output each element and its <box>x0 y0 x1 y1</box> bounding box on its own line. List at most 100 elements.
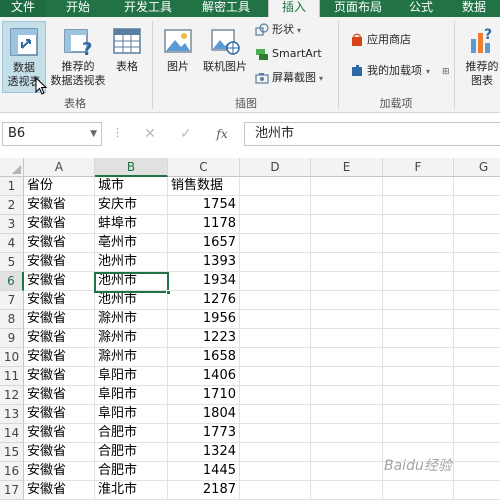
cell-e16[interactable] <box>311 462 383 481</box>
row-header[interactable]: 11 <box>0 367 24 386</box>
column-header-g[interactable]: G <box>454 158 500 177</box>
cell-e7[interactable] <box>311 291 383 310</box>
cell-g8[interactable] <box>454 310 500 329</box>
tab-page-layout[interactable]: 页面布局 <box>322 0 394 17</box>
cell-d4[interactable] <box>240 234 311 253</box>
formula-input[interactable]: 池州市 <box>244 122 500 146</box>
row-header[interactable]: 17 <box>0 481 24 500</box>
cell-b8[interactable]: 滁州市 <box>95 310 168 329</box>
tab-developer[interactable]: 开发工具 <box>110 0 186 17</box>
online-pictures-button[interactable]: 联机图片 <box>198 21 252 93</box>
cell-g1[interactable] <box>454 177 500 196</box>
cell-b3[interactable]: 蚌埠市 <box>95 215 168 234</box>
cell-g12[interactable] <box>454 386 500 405</box>
cell-c15[interactable]: 1324 <box>168 443 240 462</box>
cell-a15[interactable]: 安徽省 <box>24 443 95 462</box>
cell-g13[interactable] <box>454 405 500 424</box>
row-header[interactable]: 2 <box>0 196 24 215</box>
cell-b11[interactable]: 阜阳市 <box>95 367 168 386</box>
cell-b5[interactable]: 池州市 <box>95 253 168 272</box>
column-header-a[interactable]: A <box>24 158 95 177</box>
column-header-c[interactable]: C <box>168 158 240 177</box>
row-header[interactable]: 16 <box>0 462 24 481</box>
cell-d12[interactable] <box>240 386 311 405</box>
cell-c3[interactable]: 1178 <box>168 215 240 234</box>
cell-b15[interactable]: 合肥市 <box>95 443 168 462</box>
row-header[interactable]: 7 <box>0 291 24 310</box>
cell-f2[interactable] <box>383 196 454 215</box>
row-header[interactable]: 15 <box>0 443 24 462</box>
cell-b1[interactable]: 城市 <box>95 177 168 196</box>
row-header[interactable]: 12 <box>0 386 24 405</box>
formula-bar-grip-icon[interactable]: ⋮ <box>112 126 123 139</box>
cell-g15[interactable] <box>454 443 500 462</box>
cell-d1[interactable] <box>240 177 311 196</box>
cell-b10[interactable]: 滁州市 <box>95 348 168 367</box>
cell-d7[interactable] <box>240 291 311 310</box>
cell-e6[interactable] <box>311 272 383 291</box>
smartart-button[interactable]: SmartArt <box>255 47 322 63</box>
pictures-button[interactable]: 图片 <box>158 21 198 93</box>
cell-e4[interactable] <box>311 234 383 253</box>
cell-a1[interactable]: 省份 <box>24 177 95 196</box>
cell-c5[interactable]: 1393 <box>168 253 240 272</box>
cell-c14[interactable]: 1773 <box>168 424 240 443</box>
cell-g3[interactable] <box>454 215 500 234</box>
cell-d15[interactable] <box>240 443 311 462</box>
cell-b4[interactable]: 亳州市 <box>95 234 168 253</box>
select-all-button[interactable] <box>0 158 24 177</box>
cell-f10[interactable] <box>383 348 454 367</box>
column-header-f[interactable]: F <box>383 158 454 177</box>
cell-a5[interactable]: 安徽省 <box>24 253 95 272</box>
cell-d9[interactable] <box>240 329 311 348</box>
cancel-icon[interactable]: ✕ <box>136 122 164 146</box>
cell-g5[interactable] <box>454 253 500 272</box>
cell-a4[interactable]: 安徽省 <box>24 234 95 253</box>
row-header[interactable]: 5 <box>0 253 24 272</box>
cell-d17[interactable] <box>240 481 311 500</box>
cell-e8[interactable] <box>311 310 383 329</box>
cell-c11[interactable]: 1406 <box>168 367 240 386</box>
cell-b12[interactable]: 阜阳市 <box>95 386 168 405</box>
row-header[interactable]: 3 <box>0 215 24 234</box>
cell-b9[interactable]: 滁州市 <box>95 329 168 348</box>
cell-g4[interactable] <box>454 234 500 253</box>
cell-d5[interactable] <box>240 253 311 272</box>
cell-d11[interactable] <box>240 367 311 386</box>
tab-file[interactable]: 文件 <box>0 0 46 17</box>
cell-a2[interactable]: 安徽省 <box>24 196 95 215</box>
cell-e17[interactable] <box>311 481 383 500</box>
cell-c10[interactable]: 1658 <box>168 348 240 367</box>
my-addins-more-icon[interactable]: ⊞ <box>442 67 450 77</box>
cell-d14[interactable] <box>240 424 311 443</box>
cell-a11[interactable]: 安徽省 <box>24 367 95 386</box>
cell-c6[interactable]: 1934 <box>168 272 240 291</box>
cell-e15[interactable] <box>311 443 383 462</box>
cell-f4[interactable] <box>383 234 454 253</box>
row-header[interactable]: 10 <box>0 348 24 367</box>
cell-b16[interactable]: 合肥市 <box>95 462 168 481</box>
cell-g11[interactable] <box>454 367 500 386</box>
cell-e13[interactable] <box>311 405 383 424</box>
cell-f13[interactable] <box>383 405 454 424</box>
cell-e2[interactable] <box>311 196 383 215</box>
tab-home[interactable]: 开始 <box>48 0 108 17</box>
cell-e3[interactable] <box>311 215 383 234</box>
cell-g9[interactable] <box>454 329 500 348</box>
tab-insert[interactable]: 插入 <box>268 0 320 17</box>
tab-data[interactable]: 数据 <box>448 0 500 17</box>
shapes-button[interactable]: 形状 ▾ <box>255 23 301 39</box>
tab-formulas[interactable]: 公式 <box>396 0 446 17</box>
cell-c4[interactable]: 1657 <box>168 234 240 253</box>
cell-f5[interactable] <box>383 253 454 272</box>
name-box-dropdown-icon[interactable]: ▼ <box>90 123 97 145</box>
cell-c16[interactable]: 1445 <box>168 462 240 481</box>
cell-c1[interactable]: 销售数据 <box>168 177 240 196</box>
enter-icon[interactable]: ✓ <box>172 122 200 146</box>
cell-e5[interactable] <box>311 253 383 272</box>
row-header[interactable]: 14 <box>0 424 24 443</box>
cell-c2[interactable]: 1754 <box>168 196 240 215</box>
cell-f17[interactable] <box>383 481 454 500</box>
cell-a16[interactable]: 安徽省 <box>24 462 95 481</box>
cell-f14[interactable] <box>383 424 454 443</box>
